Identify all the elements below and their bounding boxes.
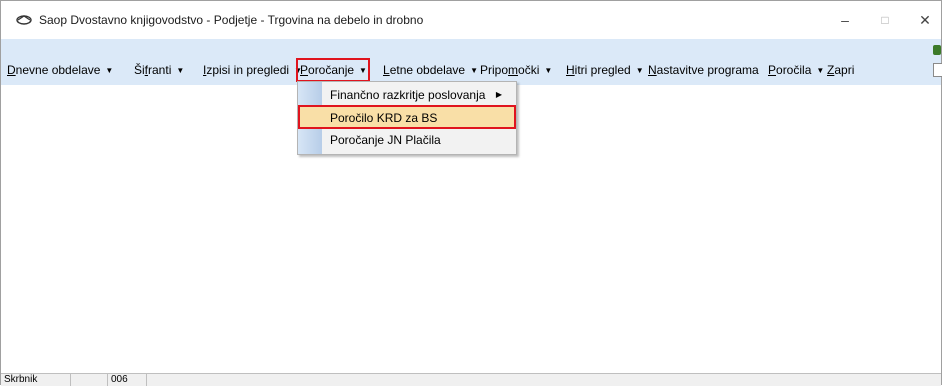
menu-hitri-pregled[interactable]: Hitri pregled ▼ (566, 61, 644, 79)
chevron-down-icon: ▼ (635, 66, 644, 75)
menu-sifranti[interactable]: Šifranti ▼ (134, 61, 184, 79)
menu-izpisi-in-pregledi[interactable]: Izpisi in pregledi ▼ (203, 61, 302, 79)
chevron-down-icon: ▼ (816, 66, 825, 75)
saop-logo-icon[interactable] (15, 13, 33, 27)
menu-zapri[interactable]: Zapri (827, 61, 854, 79)
menu-bar: Dnevne obdelave ▼ Šifranti ▼ Izpisi in pre… (1, 39, 941, 85)
application-window: Saop Dvostavno knjigovodstvo - Podjetje … (0, 0, 942, 386)
chevron-down-icon: ▼ (544, 66, 553, 75)
menu-letne-obdelave[interactable]: Letne obdelave ▼ (383, 61, 478, 79)
maximize-button[interactable]: □ (865, 1, 905, 39)
menu-dnevne-obdelave[interactable]: Dnevne obdelave ▼ (7, 61, 113, 79)
status-user: Skrbnik (1, 374, 71, 386)
porocilo-krd-highlight (298, 105, 516, 129)
menu-porocila[interactable]: Poročila ▼ (768, 61, 824, 79)
window-title: Saop Dvostavno knjigovodstvo - Podjetje … (39, 13, 424, 27)
close-button[interactable]: ✕ (905, 1, 942, 39)
submenu-arrow-icon: ▶ (495, 90, 502, 99)
menu-item-financno-razkritje[interactable]: Finančno razkritje poslovanja ▶ (298, 84, 516, 106)
status-code: 006 (107, 374, 147, 386)
menu-pripomocki[interactable]: Pripomočki ▼ (480, 61, 552, 79)
side-panel-toggle[interactable] (933, 63, 942, 77)
menu-item-porocanje-jn-placila[interactable]: Poročanje JN Plačila (298, 129, 516, 151)
chevron-down-icon: ▼ (470, 66, 479, 75)
minimize-button[interactable]: – (825, 1, 865, 39)
chevron-down-icon: ▼ (176, 66, 185, 75)
menu-nastavitve-programa[interactable]: Nastavitve programa (648, 61, 759, 79)
title-bar: Saop Dvostavno knjigovodstvo - Podjetje … (1, 1, 941, 39)
porocanje-highlight (296, 58, 370, 82)
status-indicator-icon (933, 45, 941, 55)
chevron-down-icon: ▼ (105, 66, 114, 75)
status-bar: Skrbnik 006 (1, 373, 941, 386)
